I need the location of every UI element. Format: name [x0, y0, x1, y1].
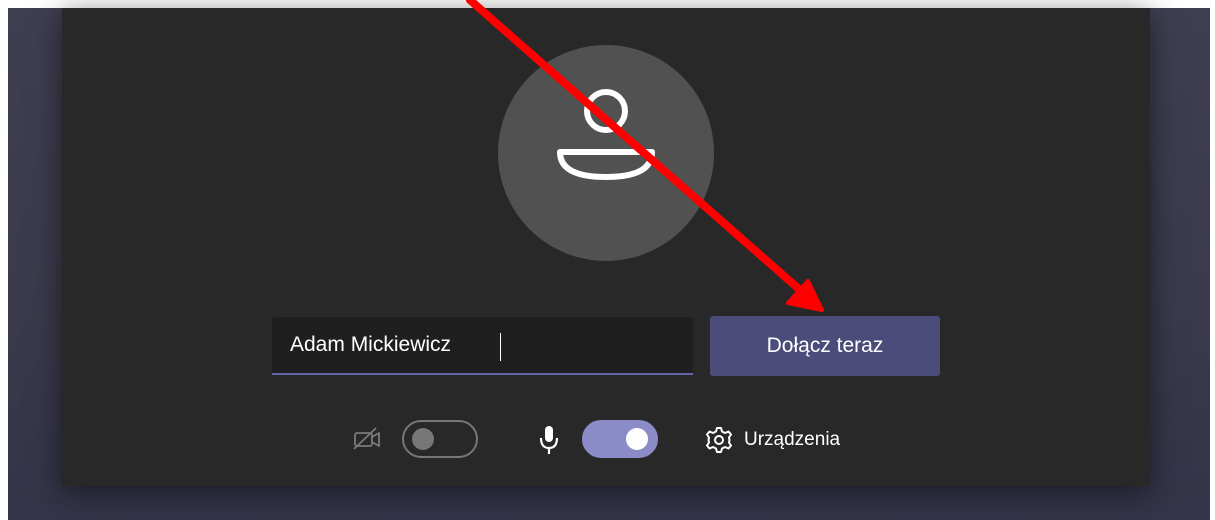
join-now-button[interactable]: Dołącz teraz: [710, 316, 940, 376]
person-icon: [557, 89, 655, 180]
devices-label: Urządzenia: [744, 429, 841, 450]
microphone-toggle[interactable]: [582, 420, 658, 458]
avatar: [498, 45, 714, 261]
camera-off-icon: [352, 426, 384, 457]
microphone-toggle-knob: [626, 428, 648, 450]
microphone-icon: [538, 424, 560, 461]
camera-toggle[interactable]: [402, 420, 478, 458]
camera-toggle-knob: [412, 428, 434, 450]
text-caret: [500, 333, 501, 361]
name-input[interactable]: [272, 317, 693, 375]
devices-button[interactable]: Urządzenia: [704, 424, 840, 456]
gear-icon: [706, 427, 732, 453]
